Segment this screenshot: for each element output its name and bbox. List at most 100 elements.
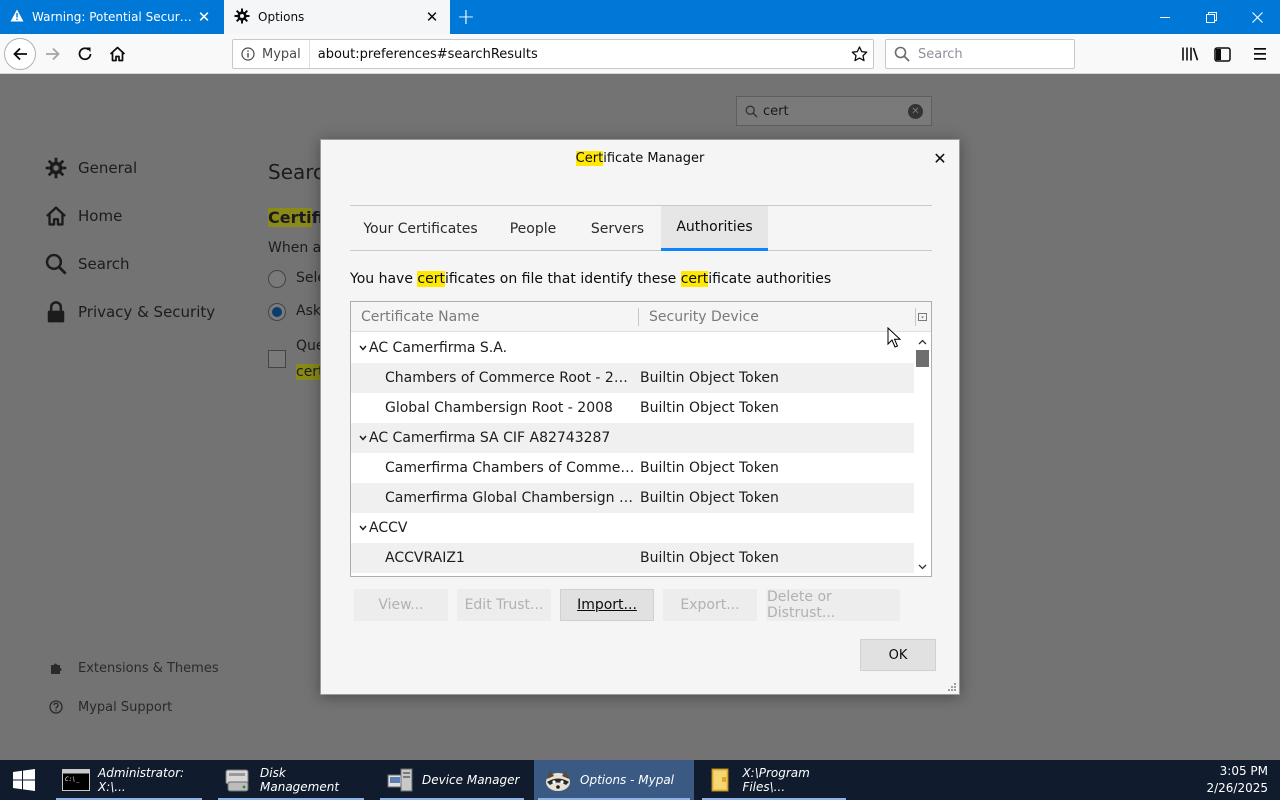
search-placeholder: Search: [918, 46, 963, 62]
security-device: Builtin Object Token: [640, 460, 779, 476]
category-home[interactable]: Home: [44, 204, 122, 228]
back-button[interactable]: [4, 38, 36, 70]
forward-button[interactable]: [38, 39, 68, 69]
tab-security-warning[interactable]: Warning: Potential Security Risk Ahead ✕: [0, 0, 222, 34]
import-button[interactable]: Import...: [560, 589, 654, 621]
taskbar-item-command-prompt[interactable]: C:\_ Administrator: X:\...: [52, 760, 206, 800]
taskbar-item-mypal[interactable]: Options - Mypal: [534, 760, 694, 800]
navigation-toolbar: Mypal about:preferences#searchResults Se…: [0, 34, 1280, 74]
column-picker-icon[interactable]: [918, 302, 930, 332]
search-icon: [894, 46, 910, 62]
svg-text:C:\_: C:\_: [65, 776, 80, 783]
view-button[interactable]: View...: [354, 589, 448, 621]
pane-heading: Searc: [268, 160, 325, 184]
highlight: Certi: [268, 208, 312, 227]
mypal-icon: [544, 766, 572, 794]
tree-row[interactable]: Global Chambersign Root - 2008 Builtin O…: [351, 393, 914, 423]
chevron-down-icon[interactable]: [357, 342, 369, 354]
title-highlight: Cert: [575, 150, 604, 166]
reload-icon: [78, 47, 92, 61]
tree-rows: AC Camerfirma S.A. Chambers of Commerce …: [351, 333, 914, 573]
category-search[interactable]: Search: [44, 252, 130, 276]
close-window-button[interactable]: [1234, 0, 1280, 34]
certificate-name: Chambers of Commerce Root - 2008: [385, 370, 635, 386]
certificate-tree[interactable]: Certificate Name Security Device AC Came…: [350, 301, 932, 577]
tab-people[interactable]: People: [491, 206, 575, 251]
tab-authorities[interactable]: Authorities: [661, 206, 768, 251]
minimize-button[interactable]: [1142, 0, 1188, 34]
mouse-cursor-icon: [887, 327, 901, 348]
menu-button[interactable]: [1245, 39, 1275, 69]
restore-button[interactable]: [1188, 0, 1234, 34]
tab-options[interactable]: Options ✕: [224, 0, 450, 34]
tree-row[interactable]: Chambers of Commerce Root - 2008 Builtin…: [351, 363, 914, 393]
chevron-down-icon[interactable]: [357, 432, 369, 444]
library-button[interactable]: [1175, 39, 1205, 69]
column-certificate-name[interactable]: Certificate Name: [361, 302, 479, 332]
bookmark-star-icon[interactable]: [845, 46, 873, 62]
tree-row[interactable]: ACCVRAIZ1 Builtin Object Token: [351, 543, 914, 573]
info-icon: [241, 47, 255, 61]
dialog-close-button[interactable]: ✕: [931, 149, 949, 168]
clock-time: 3:05 PM: [1219, 764, 1268, 778]
tab-servers[interactable]: Servers: [575, 206, 660, 251]
support-link[interactable]: Mypal Support: [44, 695, 172, 719]
tree-group-row[interactable]: ACCV: [351, 513, 914, 543]
taskbar-item-device-manager[interactable]: Device Manager: [376, 760, 528, 800]
system-clock[interactable]: 3:05 PM 2/26/2025: [1206, 763, 1268, 797]
hamburger-menu-icon: [1254, 48, 1266, 60]
delete-or-distrust-button[interactable]: Delete or Distrust...: [766, 589, 900, 621]
reload-button[interactable]: [70, 39, 100, 69]
category-label: General: [78, 159, 138, 177]
tree-row[interactable]: Camerfirma Global Chambersign Root Built…: [351, 483, 914, 513]
tab-title: Options: [258, 10, 305, 24]
preferences-search-value: cert: [763, 103, 789, 119]
highlight: cert: [417, 271, 445, 287]
category-privacy-security[interactable]: Privacy & Security: [44, 300, 215, 324]
url-text[interactable]: about:preferences#searchResults: [310, 47, 845, 62]
taskbar-item-disk-management[interactable]: Disk Management: [214, 760, 368, 800]
sidebar-button[interactable]: [1207, 39, 1237, 69]
warning-icon: [10, 9, 24, 25]
scrollbar-thumb[interactable]: [916, 350, 929, 367]
start-button[interactable]: [0, 760, 48, 800]
tree-header: Certificate Name Security Device: [351, 302, 931, 332]
chevron-down-icon[interactable]: [357, 522, 369, 534]
export-button[interactable]: Export...: [663, 589, 757, 621]
authorities-description: You have certificates on file that ident…: [350, 271, 832, 287]
tree-group-row[interactable]: AC Camerfirma S.A.: [351, 333, 914, 363]
tree-row[interactable]: Camerfirma Chambers of Commerce Root Bui…: [351, 453, 914, 483]
ok-button[interactable]: OK: [860, 639, 936, 671]
tree-scrollbar[interactable]: [914, 333, 931, 576]
extensions-themes-link[interactable]: Extensions & Themes: [44, 656, 219, 680]
tab-your-certificates[interactable]: Your Certificates: [350, 206, 491, 251]
security-device: Builtin Object Token: [640, 490, 779, 506]
close-icon[interactable]: ✕: [424, 9, 440, 25]
category-label: Search: [78, 255, 130, 273]
search-input[interactable]: Search: [885, 39, 1075, 69]
scroll-up-arrow-icon[interactable]: [918, 337, 927, 346]
clear-search-icon[interactable]: ✕: [908, 104, 923, 119]
site-identity[interactable]: Mypal: [233, 40, 310, 68]
back-arrow-icon: [13, 47, 27, 61]
url-bar[interactable]: Mypal about:preferences#searchResults: [232, 39, 874, 69]
resize-grip-icon[interactable]: [947, 682, 957, 692]
taskbar-item-file-explorer[interactable]: X:\Program Files\...: [698, 760, 850, 800]
radio-select-automatically[interactable]: [268, 270, 286, 288]
edit-trust-button[interactable]: Edit Trust...: [457, 589, 551, 621]
home-button[interactable]: [102, 39, 132, 69]
scroll-down-arrow-icon[interactable]: [918, 562, 927, 571]
certificate-name: Camerfirma Global Chambersign Root: [385, 490, 635, 506]
query-ocsp-checkbox[interactable]: [268, 350, 286, 368]
column-security-device[interactable]: Security Device: [649, 302, 759, 332]
puzzle-icon: [44, 656, 68, 680]
radio-ask-every-time[interactable]: [268, 303, 286, 321]
preferences-search-input[interactable]: cert ✕: [736, 96, 932, 126]
certificate-name: ACCV: [369, 520, 408, 536]
taskbar-item-label: Administrator: X:\...: [98, 766, 185, 794]
new-tab-button[interactable]: +: [452, 2, 480, 32]
category-general[interactable]: General: [44, 156, 137, 180]
tree-group-row[interactable]: AC Camerfirma SA CIF A82743287: [351, 423, 914, 453]
gear-icon: [234, 8, 250, 27]
close-icon[interactable]: ✕: [196, 9, 212, 25]
